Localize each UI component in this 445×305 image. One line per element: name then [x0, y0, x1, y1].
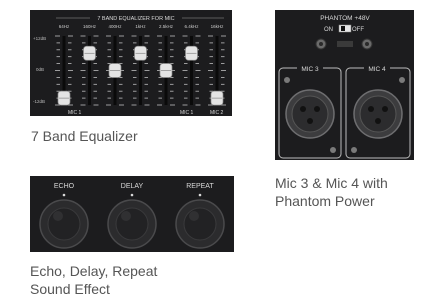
mic4-pin-1 [368, 106, 374, 112]
eq-freq-label: 16kHz [211, 24, 225, 29]
mic4-label: MIC 4 [368, 66, 386, 73]
scale-mid-label: 0dB [36, 67, 44, 72]
effect-knob-indicator [62, 193, 66, 197]
mic4-screw-top [399, 77, 405, 83]
equalizer-caption: 7 Band Equalizer [31, 127, 138, 145]
phantom-switch-body [337, 41, 353, 47]
effect-knob-label: REPEAT [186, 183, 214, 190]
eq-bottom-label-right: MIC 1 [180, 110, 194, 116]
effect-knob-highlight [189, 211, 199, 221]
equalizer-caption-text: 7 Band Equalizer [31, 128, 138, 144]
mic3-pin-2 [314, 106, 320, 112]
eq-bottom-label-left: MIC 1 [68, 110, 82, 116]
eq-bottom-label-far-right: MIC 2 [210, 110, 224, 116]
effect-knob-indicator [130, 193, 134, 197]
phantom-caption: Mic 3 & Mic 4 with Phantom Power [275, 174, 388, 210]
phantom-switch-lever [341, 26, 345, 31]
effects-caption-line1: Echo, Delay, Repeat [30, 263, 158, 279]
phantom-off-label: OFF [352, 27, 364, 33]
phantom-screw-right-center [365, 42, 369, 46]
eq-freq-label: 6.4kHz [184, 24, 199, 29]
effect-knob-cap [47, 207, 81, 241]
mic3-pin-3 [307, 118, 313, 124]
mic3-pin-1 [300, 106, 306, 112]
mic4-pin-2 [382, 106, 388, 112]
phantom-screw-left-center [319, 42, 323, 46]
eq-freq-label: 400Hz [108, 24, 122, 29]
effect-knob-highlight [121, 211, 131, 221]
effect-knob-label: ECHO [54, 183, 75, 190]
effects-caption: Echo, Delay, Repeat Sound Effect [30, 262, 157, 298]
effects-caption-line2: Sound Effect [30, 281, 110, 297]
effect-knob-highlight [53, 211, 63, 221]
phantom-graphic: PHANTOM +48V ON OFF MIC 3 MIC 4 [275, 10, 414, 160]
eq-freq-label: 160Hz [83, 24, 97, 29]
eq-freq-label: 64Hz [59, 24, 70, 29]
effect-knob-indicator [198, 193, 202, 197]
phantom-caption-line2: Phantom Power [275, 193, 375, 209]
effects-graphic: ECHO DELAY REPEAT [30, 176, 234, 252]
mic3-screw-bottom [330, 147, 336, 153]
eq-freq-label: 1kHz [135, 24, 146, 29]
effect-knob-cap [115, 207, 149, 241]
phantom-panel: PHANTOM +48V ON OFF MIC 3 MIC 4 [275, 10, 414, 160]
effect-knob-label: DELAY [121, 183, 144, 190]
mic4-pin-3 [375, 118, 381, 124]
effects-panel: ECHO DELAY REPEAT [30, 176, 234, 252]
phantom-on-label: ON [324, 27, 333, 33]
effect-knob-cap [183, 207, 217, 241]
mic4-jack[interactable] [353, 89, 403, 139]
equalizer-graphic: 7 BAND EQUALIZER FOR MIC 64Hz 160Hz 400Hz 1… [30, 10, 232, 116]
eq-freq-label: 2.5kHz [159, 24, 174, 29]
phantom-caption-line1: Mic 3 & Mic 4 with [275, 175, 388, 191]
equalizer-panel: 7 BAND EQUALIZER FOR MIC 64Hz 160Hz 400Hz 1… [30, 10, 232, 116]
scale-bottom-label: -12dB [33, 99, 45, 104]
mic3-label: MIC 3 [301, 66, 319, 73]
mic3-screw-top [284, 77, 290, 83]
phantom-title: PHANTOM +48V [320, 15, 370, 22]
scale-top-label: +12dB [33, 36, 46, 41]
equalizer-title: 7 BAND EQUALIZER FOR MIC [97, 16, 174, 22]
mic4-screw-bottom [351, 147, 357, 153]
mic3-jack[interactable] [285, 89, 335, 139]
